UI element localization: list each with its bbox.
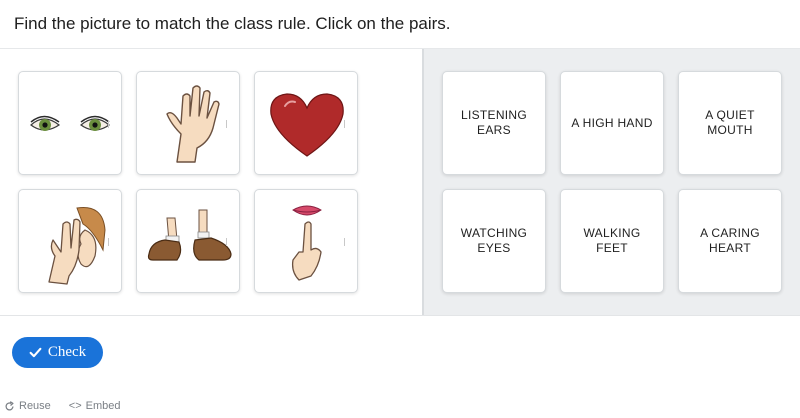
text-card-watching-eyes[interactable]: WATCHING EYES [442, 189, 546, 293]
embed-label: Embed [85, 400, 121, 412]
reuse-label: Reuse [19, 400, 51, 412]
checkmark-icon [29, 347, 42, 358]
card-quiet-mouth[interactable] [254, 189, 358, 293]
card-tick [344, 238, 345, 246]
text-card-listening-ears[interactable]: LISTENING EARS [442, 71, 546, 175]
card-tick [108, 238, 109, 246]
card-heart[interactable] [254, 71, 358, 175]
card-raised-hand[interactable] [136, 71, 240, 175]
check-button-label: Check [47, 344, 87, 360]
embed-link[interactable]: <> Embed [69, 400, 121, 412]
card-ear[interactable] [18, 189, 122, 293]
card-tick [226, 120, 227, 128]
card-tick [108, 120, 109, 128]
card-walking-feet[interactable] [136, 189, 240, 293]
embed-icon: <> [68, 400, 82, 412]
reuse-icon [5, 400, 14, 410]
footer-divider [0, 315, 800, 316]
text-card-high-hand[interactable]: A HIGH HAND [560, 71, 664, 175]
text-card-quiet-mouth[interactable]: A QUIET MOUTH [678, 71, 782, 175]
card-eyes[interactable] [18, 71, 122, 175]
check-button[interactable]: Check [12, 337, 103, 368]
text-card-walking-feet[interactable]: WALKING FEET [560, 189, 664, 293]
card-tick [226, 238, 227, 246]
footer-actions: Reuse <> Embed [4, 400, 121, 412]
reuse-link[interactable]: Reuse [4, 400, 51, 412]
card-tick [344, 120, 345, 128]
text-card-caring-heart[interactable]: A CARING HEART [678, 189, 782, 293]
instruction-text: Find the picture to match the class rule… [14, 14, 451, 33]
